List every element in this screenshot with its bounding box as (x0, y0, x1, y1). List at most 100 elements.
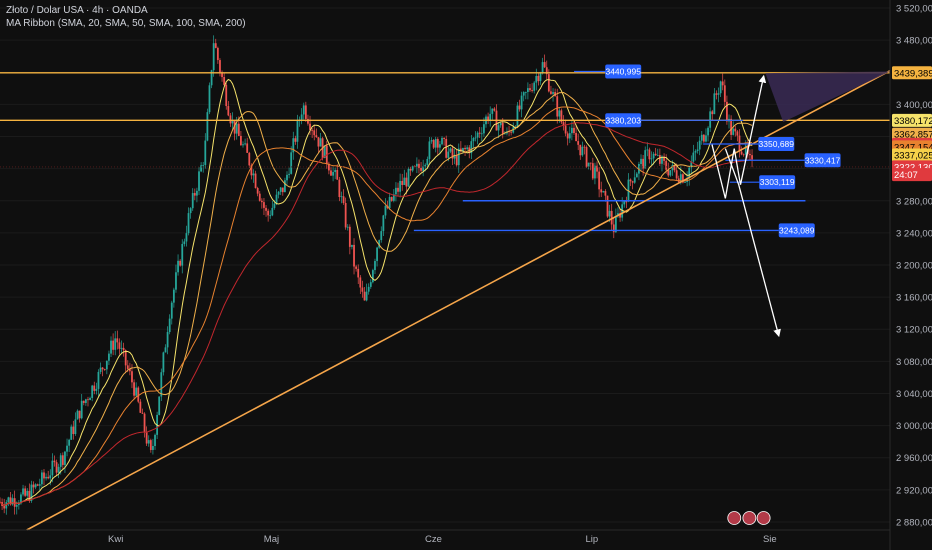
candle-body (227, 106, 230, 116)
candle-body (124, 349, 127, 366)
candle-body (384, 205, 387, 216)
candle-body (70, 426, 73, 440)
candle-body (424, 164, 427, 167)
candle-body (600, 189, 603, 193)
candle-body (736, 131, 739, 136)
candle-body (82, 400, 85, 403)
candle-body (369, 282, 372, 287)
candle-body (340, 196, 343, 198)
candle-body (55, 462, 58, 473)
candle-body (38, 484, 41, 486)
candle-body (692, 152, 695, 162)
candle-body (89, 397, 91, 401)
candle-body (742, 154, 745, 156)
candle-body (426, 159, 429, 165)
candle-body (118, 342, 121, 349)
candle-body (191, 193, 194, 209)
candle-body (72, 426, 75, 435)
candle-body (371, 270, 374, 283)
candle-body (175, 272, 177, 290)
candle-body (577, 141, 580, 145)
candle-body (587, 162, 590, 167)
candle-body (78, 410, 81, 419)
time-axis-label: Maj (264, 534, 279, 545)
candle-body (411, 166, 414, 171)
candle-body (283, 180, 286, 193)
candle-body (126, 365, 129, 370)
candle-body (59, 455, 62, 467)
candle-body (183, 241, 186, 244)
candle-body (522, 92, 525, 96)
candle-body (271, 207, 274, 216)
candle-body (439, 144, 441, 148)
candle-body (719, 81, 722, 94)
candle-body (189, 208, 192, 214)
price-level-label-text: 3440,995 (605, 66, 641, 76)
candle-body (110, 340, 112, 354)
candle-body (675, 170, 678, 179)
candle-body (30, 484, 33, 501)
candle-body (709, 111, 712, 128)
candle-body (428, 141, 431, 160)
candle-body (97, 371, 100, 389)
candle-body (45, 476, 47, 479)
candle-body (139, 401, 142, 413)
candle-body (22, 488, 24, 495)
candle-body (185, 233, 188, 242)
candle-body (399, 180, 402, 192)
price-level-label-text: 3330,417 (805, 155, 841, 165)
price-axis-tick-label: 3 520,000 (896, 4, 932, 15)
price-chart[interactable]: 3440,995 3380,203 3350,689 3330,417 3303,119… (0, 0, 932, 550)
candle-body (436, 138, 439, 148)
candle-body (204, 140, 207, 165)
candle-body (543, 62, 546, 68)
candle-body (367, 286, 370, 292)
candle-body (256, 187, 259, 194)
candle-body (483, 124, 485, 134)
event-flag-icon[interactable] (727, 511, 742, 525)
price-scale-tag-text: 3439,389 (894, 68, 932, 79)
price-axis-tick-label: 3 120,000 (896, 325, 932, 336)
candle-body (24, 488, 27, 496)
price-axis-tick-label: 3 200,000 (896, 261, 932, 272)
candle-body (135, 387, 138, 396)
candle-body (585, 147, 588, 167)
candle-body (732, 128, 735, 135)
candle-body (583, 146, 586, 148)
candle-body (61, 455, 64, 465)
candle-body (713, 93, 716, 115)
candle-body (449, 148, 452, 152)
candle-body (206, 112, 209, 141)
candle-body (187, 213, 190, 234)
candle-body (669, 170, 672, 176)
candle-body (252, 173, 255, 176)
candle-body (74, 419, 77, 435)
symbol-title[interactable]: Złoto / Dolar USA · 4h · OANDA (6, 4, 246, 17)
candle-body (288, 173, 290, 175)
candle-body (430, 140, 433, 142)
indicator-title[interactable]: MA Ribbon (SMA, 20, SMA, 50, SMA, 100, S… (6, 17, 246, 30)
candle-body (87, 399, 89, 401)
candle-body (51, 460, 54, 476)
candle-body (491, 108, 494, 114)
candle-body (137, 387, 140, 402)
event-flag-icon[interactable] (742, 511, 757, 525)
candle-body (112, 340, 115, 350)
candle-body (363, 291, 366, 301)
price-axis-tick-label: 2 960,000 (896, 453, 932, 464)
candle-body (273, 203, 276, 208)
candle-body (602, 191, 605, 193)
candle-body (315, 135, 318, 138)
candle-body (154, 434, 156, 447)
price-axis-tick-label: 2 880,000 (896, 517, 932, 528)
candle-body (49, 475, 52, 479)
candle-body (319, 138, 322, 147)
event-flag-icon[interactable] (756, 511, 771, 525)
candle-body (652, 153, 655, 159)
price-axis[interactable] (890, 0, 932, 550)
time-axis-label: Cze (425, 534, 442, 545)
candle-body (338, 179, 341, 198)
candle-body (80, 400, 83, 419)
candle-body (589, 162, 592, 164)
candle-body (57, 466, 60, 473)
